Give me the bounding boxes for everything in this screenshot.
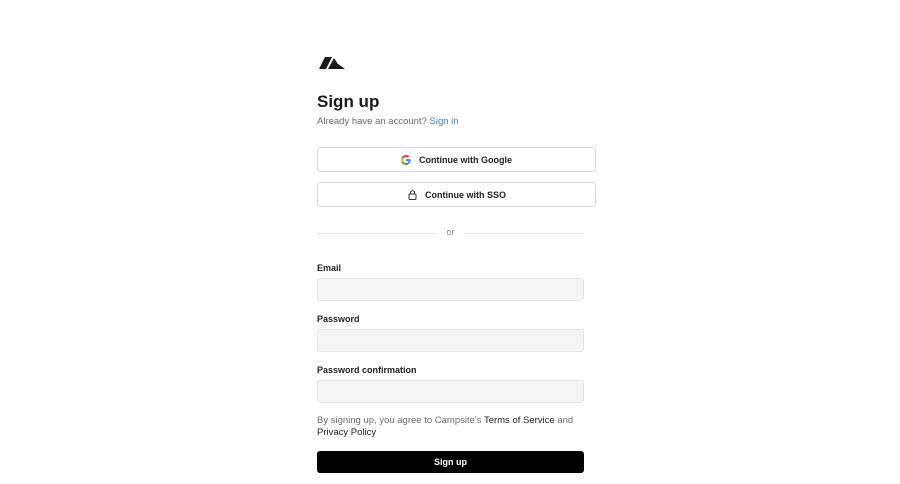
or-divider: or [317, 226, 584, 238]
campsite-logo-icon [319, 57, 345, 69]
page-title: Sign up [317, 92, 380, 111]
sign-in-prompt: Already have an account? Sign in [317, 116, 459, 128]
terms-notice: By signing up, you agree to Campsite's T… [317, 415, 584, 439]
terms-of-service-link[interactable]: Terms of Service [484, 415, 555, 426]
lock-icon [407, 189, 417, 200]
divider-line-right [464, 233, 584, 234]
sign-in-link[interactable]: Sign in [430, 116, 459, 127]
terms-prefix: By signing up, you agree to Campsite's [317, 415, 482, 426]
continue-with-google-button[interactable]: Continue with Google [317, 147, 596, 172]
sign-in-prompt-text: Already have an account? [317, 116, 427, 127]
google-icon [401, 154, 411, 165]
continue-with-sso-button[interactable]: Continue with SSO [317, 182, 596, 207]
password-label: Password [317, 314, 360, 324]
privacy-policy-link[interactable]: Privacy Policy [317, 427, 376, 438]
password-confirmation-field[interactable] [317, 380, 584, 403]
email-label: Email [317, 263, 342, 273]
password-confirmation-label: Password confirmation [317, 365, 417, 375]
sign-up-button[interactable]: Sign up [317, 451, 584, 473]
divider-text: or [446, 227, 455, 237]
continue-with-sso-label: Continue with SSO [425, 189, 506, 200]
terms-conjunction: and [557, 415, 574, 426]
continue-with-google-label: Continue with Google [419, 154, 512, 165]
email-field[interactable] [317, 278, 584, 301]
password-field[interactable] [317, 329, 584, 352]
